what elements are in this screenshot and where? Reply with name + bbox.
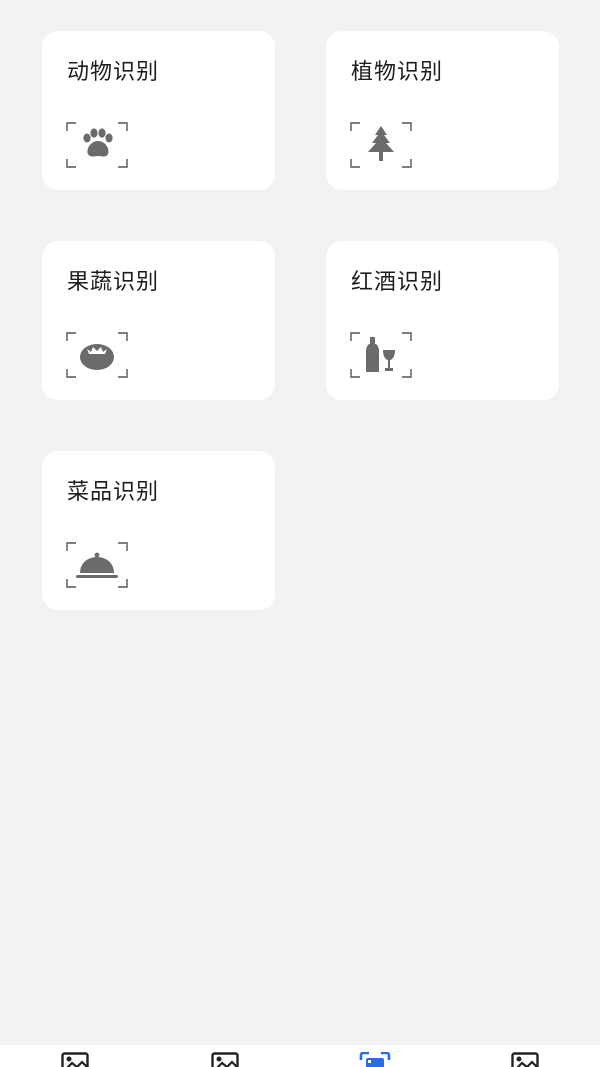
- card-wine-recognition[interactable]: 红酒识别: [326, 241, 559, 400]
- bottom-tab-bar: [0, 1045, 600, 1067]
- card-animal-recognition[interactable]: 动物识别: [42, 31, 275, 190]
- tab-1[interactable]: [0, 1045, 150, 1067]
- card-title: 动物识别: [67, 60, 160, 85]
- scan-icon: [359, 1052, 391, 1067]
- tab-2[interactable]: [150, 1045, 300, 1067]
- tomato-icon: [66, 332, 128, 378]
- card-title: 植物识别: [351, 60, 444, 85]
- recognition-grid: 动物识别 植物识别 果蔬识别 红酒识别 菜品识别: [42, 31, 559, 610]
- paw-icon: [66, 122, 128, 168]
- card-title: 菜品识别: [67, 480, 160, 505]
- wine-icon: [350, 332, 412, 378]
- card-title: 红酒识别: [351, 270, 444, 295]
- image-icon: [511, 1052, 539, 1067]
- card-dish-recognition[interactable]: 菜品识别: [42, 451, 275, 610]
- image-icon: [61, 1052, 89, 1067]
- tab-4[interactable]: [450, 1045, 600, 1067]
- image-icon: [211, 1052, 239, 1067]
- card-plant-recognition[interactable]: 植物识别: [326, 31, 559, 190]
- tab-3-active[interactable]: [300, 1045, 450, 1067]
- cloche-icon: [66, 542, 128, 588]
- card-fruit-vegetable-recognition[interactable]: 果蔬识别: [42, 241, 275, 400]
- tree-icon: [350, 122, 412, 168]
- card-title: 果蔬识别: [67, 270, 160, 295]
